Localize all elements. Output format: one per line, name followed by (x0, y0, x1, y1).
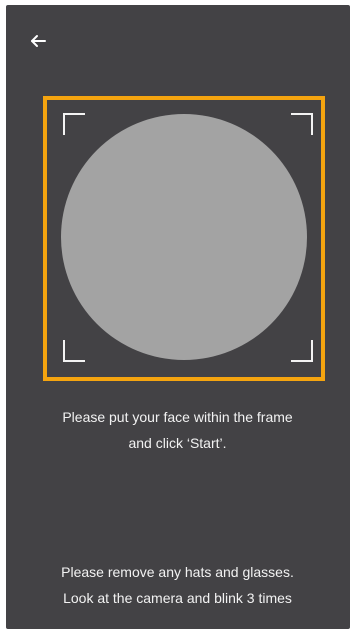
capture-tips: Please remove any hats and glasses. Look… (10, 559, 345, 611)
frame-instruction-line-1: Please put your face within the frame (62, 409, 293, 425)
corner-bottom-right-icon (291, 340, 313, 362)
corner-top-left-icon (63, 113, 85, 135)
frame-instruction-line-2: and click ‘Start’. (128, 435, 227, 451)
capture-tip-line-1: Please remove any hats and glasses. (61, 564, 294, 580)
arrow-left-icon (31, 35, 46, 47)
frame-instruction: Please put your face within the frame an… (10, 404, 345, 456)
corner-bottom-left-icon (63, 340, 85, 362)
corner-top-right-icon (291, 113, 313, 135)
face-capture-screen: Please put your face within the frame an… (0, 0, 355, 634)
capture-tip-line-2: Look at the camera and blink 3 times (63, 590, 292, 606)
back-button[interactable] (27, 30, 49, 52)
face-placeholder (61, 114, 307, 360)
